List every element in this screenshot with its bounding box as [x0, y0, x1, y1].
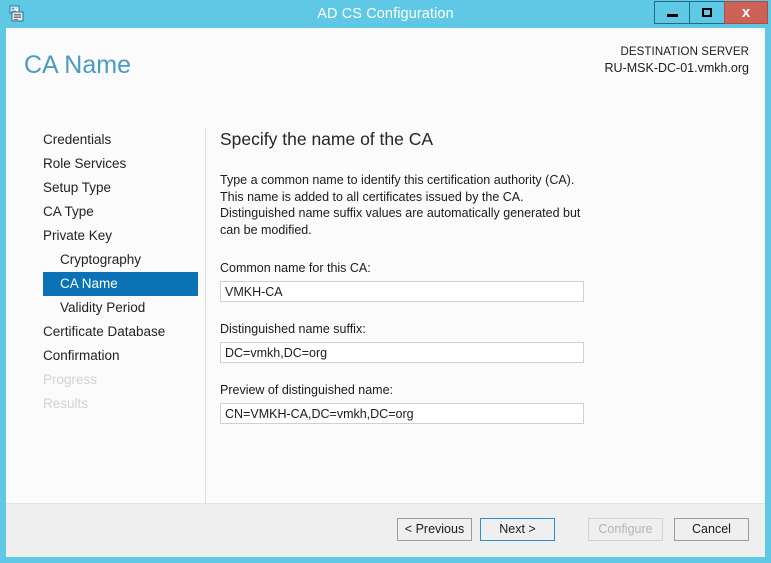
page-content: Specify the name of the CA Type a common…: [220, 128, 750, 443]
title-bar: AD CS Configuration x: [0, 0, 771, 28]
sidebar-item-progress: Progress: [6, 368, 200, 392]
wizard-page: CA Name DESTINATION SERVER RU-MSK-DC-01.…: [6, 28, 765, 557]
close-icon: x: [742, 5, 750, 20]
page-header: CA Name DESTINATION SERVER RU-MSK-DC-01.…: [6, 28, 765, 98]
wizard-footer: < Previous Next > Configure Cancel: [6, 503, 765, 557]
configure-button: Configure: [588, 518, 663, 541]
destination-server-block: DESTINATION SERVER RU-MSK-DC-01.vmkh.org: [605, 44, 749, 77]
window-controls: x: [654, 1, 768, 24]
ad-cs-configuration-window: AD CS Configuration x CA Name DESTINATIO…: [0, 0, 771, 563]
dn-preview-input: [220, 403, 584, 424]
next-button[interactable]: Next >: [480, 518, 555, 541]
sidebar-divider: [205, 128, 206, 523]
destination-server-value: RU-MSK-DC-01.vmkh.org: [605, 60, 749, 77]
content-heading: Specify the name of the CA: [220, 128, 750, 150]
sidebar-item-ca-type[interactable]: CA Type: [6, 200, 200, 224]
sidebar-item-credentials[interactable]: Credentials: [6, 128, 200, 152]
close-button[interactable]: x: [724, 1, 768, 24]
destination-server-label: DESTINATION SERVER: [605, 44, 749, 60]
sidebar-item-confirmation[interactable]: Confirmation: [6, 344, 200, 368]
sidebar-item-setup-type[interactable]: Setup Type: [6, 176, 200, 200]
content-description: Type a common name to identify this cert…: [220, 172, 592, 238]
maximize-button[interactable]: [689, 1, 724, 24]
sidebar-item-role-services[interactable]: Role Services: [6, 152, 200, 176]
dn-preview-input-label: Preview of distinguished name:: [220, 382, 750, 398]
previous-button[interactable]: < Previous: [397, 518, 472, 541]
common-name-input[interactable]: [220, 281, 584, 302]
sidebar-item-validity-period[interactable]: Validity Period: [6, 296, 200, 320]
wizard-navigation: CredentialsRole ServicesSetup TypeCA Typ…: [6, 128, 200, 416]
maximize-icon: [702, 8, 712, 17]
sidebar-item-results: Results: [6, 392, 200, 416]
footer-buttons: < Previous Next > Configure Cancel: [397, 518, 749, 541]
sidebar-item-ca-name[interactable]: CA Name: [43, 272, 198, 296]
dn-suffix-input[interactable]: [220, 342, 584, 363]
form-fields: Common name for this CA: Distinguished na…: [220, 260, 750, 424]
sidebar-item-cryptography[interactable]: Cryptography: [6, 248, 200, 272]
minimize-icon: [667, 14, 678, 17]
sidebar-item-private-key[interactable]: Private Key: [6, 224, 200, 248]
common-name-input-label: Common name for this CA:: [220, 260, 750, 276]
minimize-button[interactable]: [654, 1, 689, 24]
page-title: CA Name: [24, 51, 131, 80]
dn-suffix-input-label: Distinguished name suffix:: [220, 321, 750, 337]
sidebar-item-certificate-database[interactable]: Certificate Database: [6, 320, 200, 344]
cancel-button[interactable]: Cancel: [674, 518, 749, 541]
